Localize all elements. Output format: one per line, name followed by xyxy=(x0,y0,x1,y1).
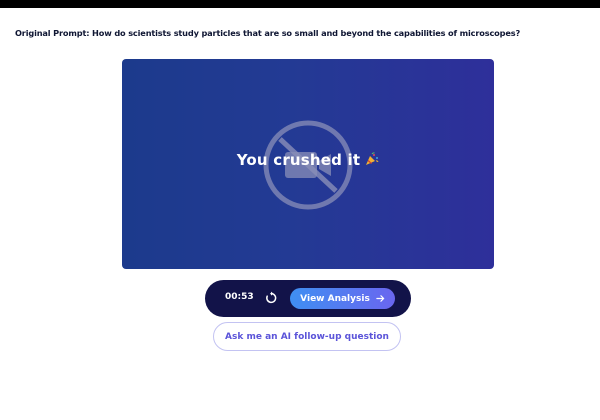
arrow-right-icon xyxy=(376,295,385,302)
video-player[interactable]: You crushed it xyxy=(122,59,494,269)
timer: 00:53 xyxy=(225,292,254,302)
ai-followup-label: Ask me an AI follow-up question xyxy=(225,331,389,342)
ai-followup-button[interactable]: Ask me an AI follow-up question xyxy=(213,322,401,351)
success-message: You crushed it xyxy=(122,151,494,169)
page: Original Prompt: How do scientists study… xyxy=(0,8,600,420)
playback-controls: 00:53 View Analysis xyxy=(205,280,411,317)
original-prompt: Original Prompt: How do scientists study… xyxy=(15,28,521,38)
party-popper-icon xyxy=(366,152,379,165)
replay-icon[interactable] xyxy=(264,291,278,305)
view-analysis-button[interactable]: View Analysis xyxy=(290,288,395,309)
view-analysis-label: View Analysis xyxy=(300,293,370,304)
success-message-text: You crushed it xyxy=(236,151,361,169)
